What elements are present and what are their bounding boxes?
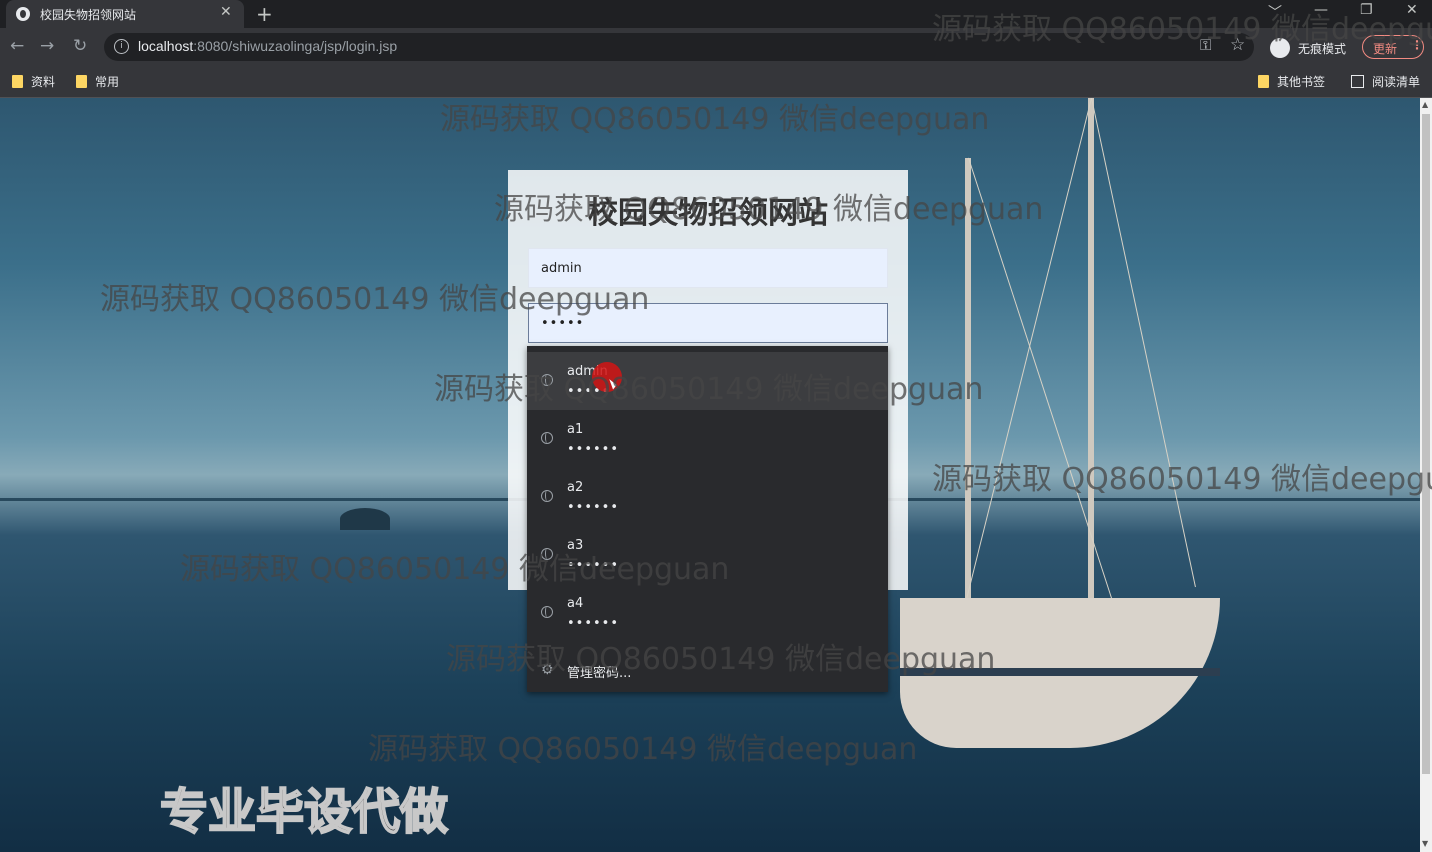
scrollbar-thumb[interactable] [1422, 114, 1430, 774]
autofill-password: •••••• [567, 500, 620, 515]
watermark-text: 源码获取 QQ86050149 微信deepguan [100, 282, 650, 317]
background-rigging [1091, 98, 1196, 588]
folder-icon [1258, 75, 1269, 88]
background-mast [1088, 98, 1094, 598]
bookmark-folder-other[interactable]: 其他书签 [1258, 73, 1325, 90]
bookmark-label: 资料 [31, 75, 56, 89]
globe-icon [541, 490, 553, 502]
bookmark-label: 常用 [95, 75, 120, 89]
new-tab-button[interactable]: + [256, 2, 273, 26]
autofill-username: a4 [567, 596, 584, 611]
autofill-username: a2 [567, 480, 584, 495]
reload-icon[interactable]: ↻ [73, 36, 87, 56]
site-info-icon[interactable]: i [114, 39, 129, 54]
watermark-text: 源码获取 QQ86050149 微信deepguan [440, 102, 990, 137]
autofill-username: a1 [567, 422, 584, 437]
autofill-password: •••••• [567, 616, 620, 631]
globe-icon [541, 606, 553, 618]
background-island [340, 508, 390, 530]
autofill-item-a2[interactable]: a2 •••••• [527, 468, 888, 526]
tab-title: 校园失物招领网站 [40, 8, 137, 22]
watermark-text: 源码获取 QQ86050149 微信deepguan [446, 642, 996, 677]
promo-watermark: 专业毕设代做 [159, 783, 449, 841]
url-host: localhost [138, 38, 194, 54]
watermark-text: 源码获取 QQ86050149 微信deepguan [368, 732, 918, 767]
forward-arrow-icon[interactable]: → [40, 36, 54, 56]
watermark-text: 源码获取 QQ86050149 微信deepguan [180, 552, 730, 587]
watermark-text: 源码获取 QQ86050149 微信deepguan [932, 12, 1432, 47]
watermark-text: 源码获取 QQ86050149 微信deepguan [932, 462, 1432, 497]
autofill-item-a1[interactable]: a1 •••••• [527, 410, 888, 468]
tab-close-icon[interactable]: ✕ [220, 4, 232, 20]
globe-favicon-icon [16, 7, 30, 21]
reading-list-icon [1351, 75, 1364, 88]
watermark-text: 源码获取 QQ86050149 微信deepguan [434, 372, 984, 407]
folder-icon [12, 75, 23, 88]
globe-icon [541, 432, 553, 444]
browser-tab[interactable]: 校园失物招领网站 ✕ [6, 0, 244, 28]
back-arrow-icon[interactable]: ← [10, 36, 24, 56]
scroll-up-icon[interactable]: ▲ [1422, 100, 1428, 109]
reading-list-label: 阅读清单 [1372, 75, 1421, 89]
scroll-down-icon[interactable]: ▼ [1422, 839, 1428, 848]
bookmark-folder-ziliao[interactable]: 资料 [12, 73, 55, 90]
folder-icon [76, 75, 87, 88]
reading-list-button[interactable]: 阅读清单 [1351, 73, 1420, 90]
url-path: :8080/shiwuzaolinga/jsp/login.jsp [193, 38, 398, 54]
background-rigging [965, 98, 1092, 603]
bookmark-label: 其他书签 [1277, 75, 1326, 89]
url-text[interactable]: localhost:8080/shiwuzaolinga/jsp/login.j… [138, 38, 397, 54]
watermark-text: 源码获取 QQ86050149 微信deepguan [494, 192, 1044, 227]
bookmark-folder-changyong[interactable]: 常用 [76, 73, 119, 90]
autofill-password: •••••• [567, 442, 620, 457]
